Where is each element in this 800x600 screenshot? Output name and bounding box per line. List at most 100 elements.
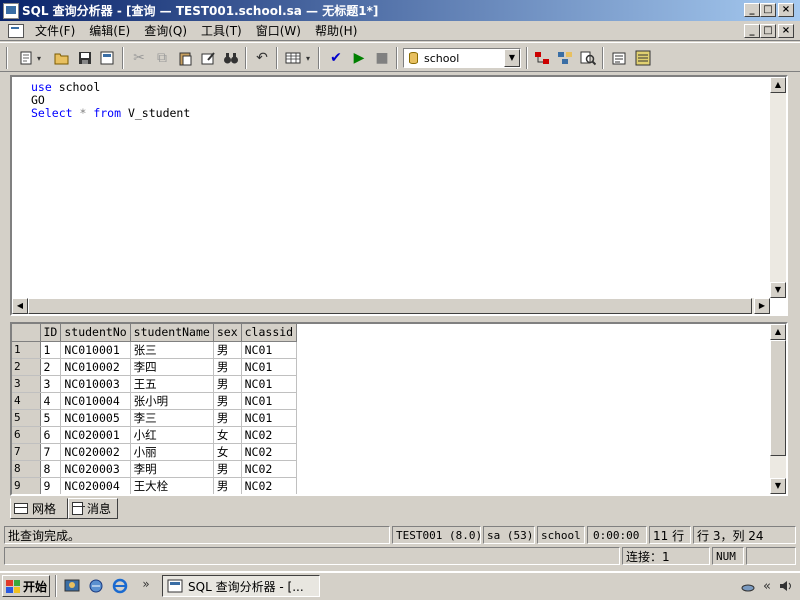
taskbar-item-query-analyzer[interactable]: SQL 查询分析器 - [... xyxy=(162,575,320,597)
table-row[interactable]: 8 8 NC020003 李明男 NC02 xyxy=(12,460,298,478)
table-cell-studentName[interactable]: 小丽 xyxy=(130,443,214,461)
table-cell-ID[interactable]: 2 xyxy=(40,358,62,376)
row-header[interactable]: 1 xyxy=(12,341,41,359)
undo-icon[interactable]: ↶ xyxy=(252,48,272,68)
close-button[interactable]: × xyxy=(778,3,794,17)
object-search-icon[interactable] xyxy=(555,48,575,68)
query-editor[interactable]: use school GO Select * from V_student ▲ … xyxy=(10,75,788,316)
table-row[interactable]: 6 6 NC020001 小红女 NC02 xyxy=(12,426,298,444)
table-row[interactable]: 4 4 NC010004 张小明男 NC01 xyxy=(12,392,298,410)
document-icon[interactable] xyxy=(8,23,24,38)
show-plan-icon[interactable] xyxy=(578,48,598,68)
scroll-down-icon[interactable]: ▼ xyxy=(770,282,786,298)
table-cell-ID[interactable]: 7 xyxy=(40,443,62,461)
results-grid[interactable]: ID studentNo studentName sex classid 11N… xyxy=(10,322,788,496)
open-folder-icon[interactable] xyxy=(52,48,72,68)
table-cell-classid[interactable]: NC02 xyxy=(241,426,298,444)
table-cell-ID[interactable]: 1 xyxy=(40,341,62,359)
table-cell-ID[interactable]: 3 xyxy=(40,375,62,393)
tab-messages[interactable]: 消息 xyxy=(68,498,118,519)
table-cell-studentName[interactable]: 张三 xyxy=(130,341,214,359)
table-row[interactable]: 9 9 NC020004 王大栓男 NC02 xyxy=(12,477,298,494)
table-cell-classid[interactable]: NC02 xyxy=(241,477,298,494)
column-header[interactable]: sex xyxy=(213,324,242,342)
row-header[interactable]: 8 xyxy=(12,460,41,478)
save-icon[interactable] xyxy=(75,48,95,68)
tab-grid[interactable]: 网格 xyxy=(10,498,68,519)
table-cell-ID[interactable]: 5 xyxy=(40,409,62,427)
explorer-icon[interactable] xyxy=(86,576,106,596)
table-cell-ID[interactable]: 8 xyxy=(40,460,62,478)
parse-check-icon[interactable]: ✔ xyxy=(326,48,346,68)
table-cell-sex[interactable]: 男 xyxy=(213,477,242,494)
table-cell-ID[interactable]: 6 xyxy=(40,426,62,444)
table-cell-studentNo[interactable]: NC010003 xyxy=(60,375,131,393)
title-bar[interactable]: SQL 查询分析器 - [查询 — TEST001.school.sa — 无标… xyxy=(0,0,800,21)
table-cell-classid[interactable]: NC02 xyxy=(241,460,298,478)
table-cell-ID[interactable]: 4 xyxy=(40,392,62,410)
scroll-up-icon[interactable]: ▲ xyxy=(770,77,786,93)
editor-vertical-scrollbar[interactable]: ▲ ▼ xyxy=(770,77,786,298)
toolbar-grip[interactable] xyxy=(6,47,8,69)
table-cell-studentNo[interactable]: NC010004 xyxy=(60,392,131,410)
table-cell-studentNo[interactable]: NC020001 xyxy=(60,426,131,444)
table-cell-sex[interactable]: 男 xyxy=(213,392,242,410)
execute-icon[interactable]: ▶ xyxy=(349,48,369,68)
results-dropdown-icon[interactable]: ▾ xyxy=(303,48,313,68)
row-header[interactable]: 7 xyxy=(12,443,41,461)
menu-query[interactable]: 查询(Q) xyxy=(137,22,194,39)
minimize-button[interactable]: _ xyxy=(744,3,760,17)
table-cell-studentName[interactable]: 李明 xyxy=(130,460,214,478)
menu-tools[interactable]: 工具(T) xyxy=(194,22,249,39)
table-cell-classid[interactable]: NC02 xyxy=(241,443,298,461)
table-row[interactable]: 5 5 NC010005 李三男 NC01 xyxy=(12,409,298,427)
results-grid-icon[interactable] xyxy=(283,48,303,68)
scroll-down-icon[interactable]: ▼ xyxy=(770,478,786,494)
object-browser-icon[interactable] xyxy=(532,48,552,68)
row-header[interactable]: 2 xyxy=(12,358,41,376)
table-cell-studentName[interactable]: 小红 xyxy=(130,426,214,444)
table-row[interactable]: 3 3 NC010003 王五男 NC01 xyxy=(12,375,298,393)
database-select[interactable]: school ▼ xyxy=(403,48,521,68)
table-cell-studentNo[interactable]: NC010002 xyxy=(60,358,131,376)
table-row[interactable]: 7 7 NC020002 小丽女 NC02 xyxy=(12,443,298,461)
show-desktop-icon[interactable] xyxy=(62,576,82,596)
table-cell-classid[interactable]: NC01 xyxy=(241,341,298,359)
restore-button[interactable]: □ xyxy=(760,3,776,17)
tray-volume-icon[interactable] xyxy=(776,576,796,596)
paste-icon[interactable] xyxy=(175,48,195,68)
scroll-left-icon[interactable]: ◀ xyxy=(12,298,28,314)
column-header[interactable]: ID xyxy=(40,324,62,342)
child-minimize-button[interactable]: _ xyxy=(744,24,760,38)
table-cell-classid[interactable]: NC01 xyxy=(241,392,298,410)
new-dropdown-icon[interactable]: ▾ xyxy=(34,48,44,68)
cancel-query-icon[interactable]: ■ xyxy=(372,48,392,68)
results-vertical-scrollbar[interactable]: ▲ ▼ xyxy=(770,324,786,494)
table-cell-sex[interactable]: 男 xyxy=(213,375,242,393)
internet-explorer-icon[interactable] xyxy=(110,576,130,596)
table-cell-studentName[interactable]: 王五 xyxy=(130,375,214,393)
table-cell-studentName[interactable]: 王大栓 xyxy=(130,477,214,494)
scroll-up-icon[interactable]: ▲ xyxy=(770,324,786,340)
table-cell-ID[interactable]: 9 xyxy=(40,477,62,494)
table-cell-studentNo[interactable]: NC010001 xyxy=(60,341,131,359)
table-cell-classid[interactable]: NC01 xyxy=(241,375,298,393)
row-header[interactable]: 6 xyxy=(12,426,41,444)
tray-network-icon[interactable] xyxy=(738,576,758,596)
horizontal-scroll-thumb[interactable] xyxy=(28,298,752,314)
table-cell-sex[interactable]: 男 xyxy=(213,341,242,359)
app-icon[interactable] xyxy=(3,2,19,19)
column-header[interactable]: studentNo xyxy=(60,324,131,342)
row-header[interactable]: 4 xyxy=(12,392,41,410)
table-cell-sex[interactable]: 女 xyxy=(213,443,242,461)
table-cell-sex[interactable]: 男 xyxy=(213,358,242,376)
child-restore-button[interactable]: □ xyxy=(760,24,776,38)
start-button[interactable]: 开始 xyxy=(2,575,50,597)
new-query-icon[interactable] xyxy=(16,48,36,68)
cut-icon[interactable]: ✂ xyxy=(129,48,149,68)
edit-icon[interactable] xyxy=(198,48,218,68)
table-row[interactable]: 2 2 NC010002 李四男 NC01 xyxy=(12,358,298,376)
chevron-down-icon[interactable]: ▼ xyxy=(504,49,520,67)
table-row[interactable]: 1 1 NC010001 张三男 NC01 xyxy=(12,341,298,359)
child-close-button[interactable]: × xyxy=(778,24,794,38)
